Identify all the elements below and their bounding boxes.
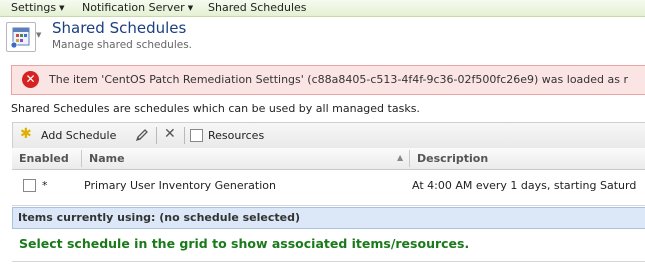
resources-label: Resources xyxy=(208,129,265,142)
resources-checkbox[interactable] xyxy=(190,129,203,142)
toolbar-separator xyxy=(156,127,157,144)
edit-pencil-icon[interactable] xyxy=(134,127,150,143)
caret-down-icon: ▼ xyxy=(187,4,194,12)
nav-menu-notification-server[interactable]: Notification Server ▼ xyxy=(82,1,193,14)
toolbar-separator xyxy=(184,127,185,144)
nav-link-shared-schedules[interactable]: Shared Schedules xyxy=(208,1,307,14)
row-name-cell[interactable]: Primary User Inventory Generation xyxy=(84,179,276,192)
row-enabled-checkbox[interactable] xyxy=(23,179,36,192)
items-using-message: Select schedule in the grid to show asso… xyxy=(19,236,470,251)
column-header-enabled[interactable]: Enabled xyxy=(19,152,69,165)
grid-empty-area xyxy=(12,199,645,206)
table-row[interactable]: * Primary User Inventory Generation At 4… xyxy=(12,172,645,198)
grid-header: Enabled Name ▲ Description xyxy=(12,148,645,170)
column-separator[interactable] xyxy=(81,150,82,167)
page-subtitle: Manage shared schedules. xyxy=(52,39,193,51)
nav-menu-settings[interactable]: Settings ▼ xyxy=(11,1,65,14)
nav-menu-notification-server-label: Notification Server xyxy=(82,1,185,14)
error-x-icon: ✕ xyxy=(22,71,39,88)
panel-divider xyxy=(12,261,645,262)
row-description-cell[interactable]: At 4:00 AM every 1 days, starting Saturd xyxy=(412,179,636,192)
schedule-app-icon[interactable] xyxy=(6,22,36,52)
chevron-down-icon[interactable]: ▼ xyxy=(36,31,41,39)
nav-link-shared-schedules-label: Shared Schedules xyxy=(208,1,307,14)
column-separator[interactable] xyxy=(409,150,410,167)
error-message-text: The item 'CentOS Patch Remediation Setti… xyxy=(49,73,629,86)
caret-down-icon: ▼ xyxy=(59,4,65,12)
column-header-name[interactable]: Name xyxy=(89,152,125,165)
sort-ascending-icon[interactable]: ▲ xyxy=(397,153,403,162)
page-title: Shared Schedules xyxy=(52,19,187,37)
row-modified-marker: * xyxy=(42,179,48,192)
delete-x-icon[interactable]: ✕ xyxy=(164,126,176,142)
add-schedule-button[interactable]: Add Schedule xyxy=(41,129,116,142)
description-text: Shared Schedules are schedules which can… xyxy=(11,102,420,115)
items-using-header: Items currently using: (no schedule sele… xyxy=(12,207,645,229)
add-star-icon[interactable]: ✱ xyxy=(20,126,32,142)
calendar-icon xyxy=(10,27,30,49)
error-message-bar: ✕ The item 'CentOS Patch Remediation Set… xyxy=(11,65,645,95)
column-header-description[interactable]: Description xyxy=(417,152,488,165)
nav-menu-settings-label: Settings xyxy=(11,1,57,14)
grid-toolbar: ✱ Add Schedule ✕ Resources xyxy=(12,122,645,149)
items-using-label: Items currently using: (no schedule sele… xyxy=(18,211,301,224)
top-nav-bar: Settings ▼ Notification Server ▼ Shared Sc… xyxy=(0,0,645,17)
